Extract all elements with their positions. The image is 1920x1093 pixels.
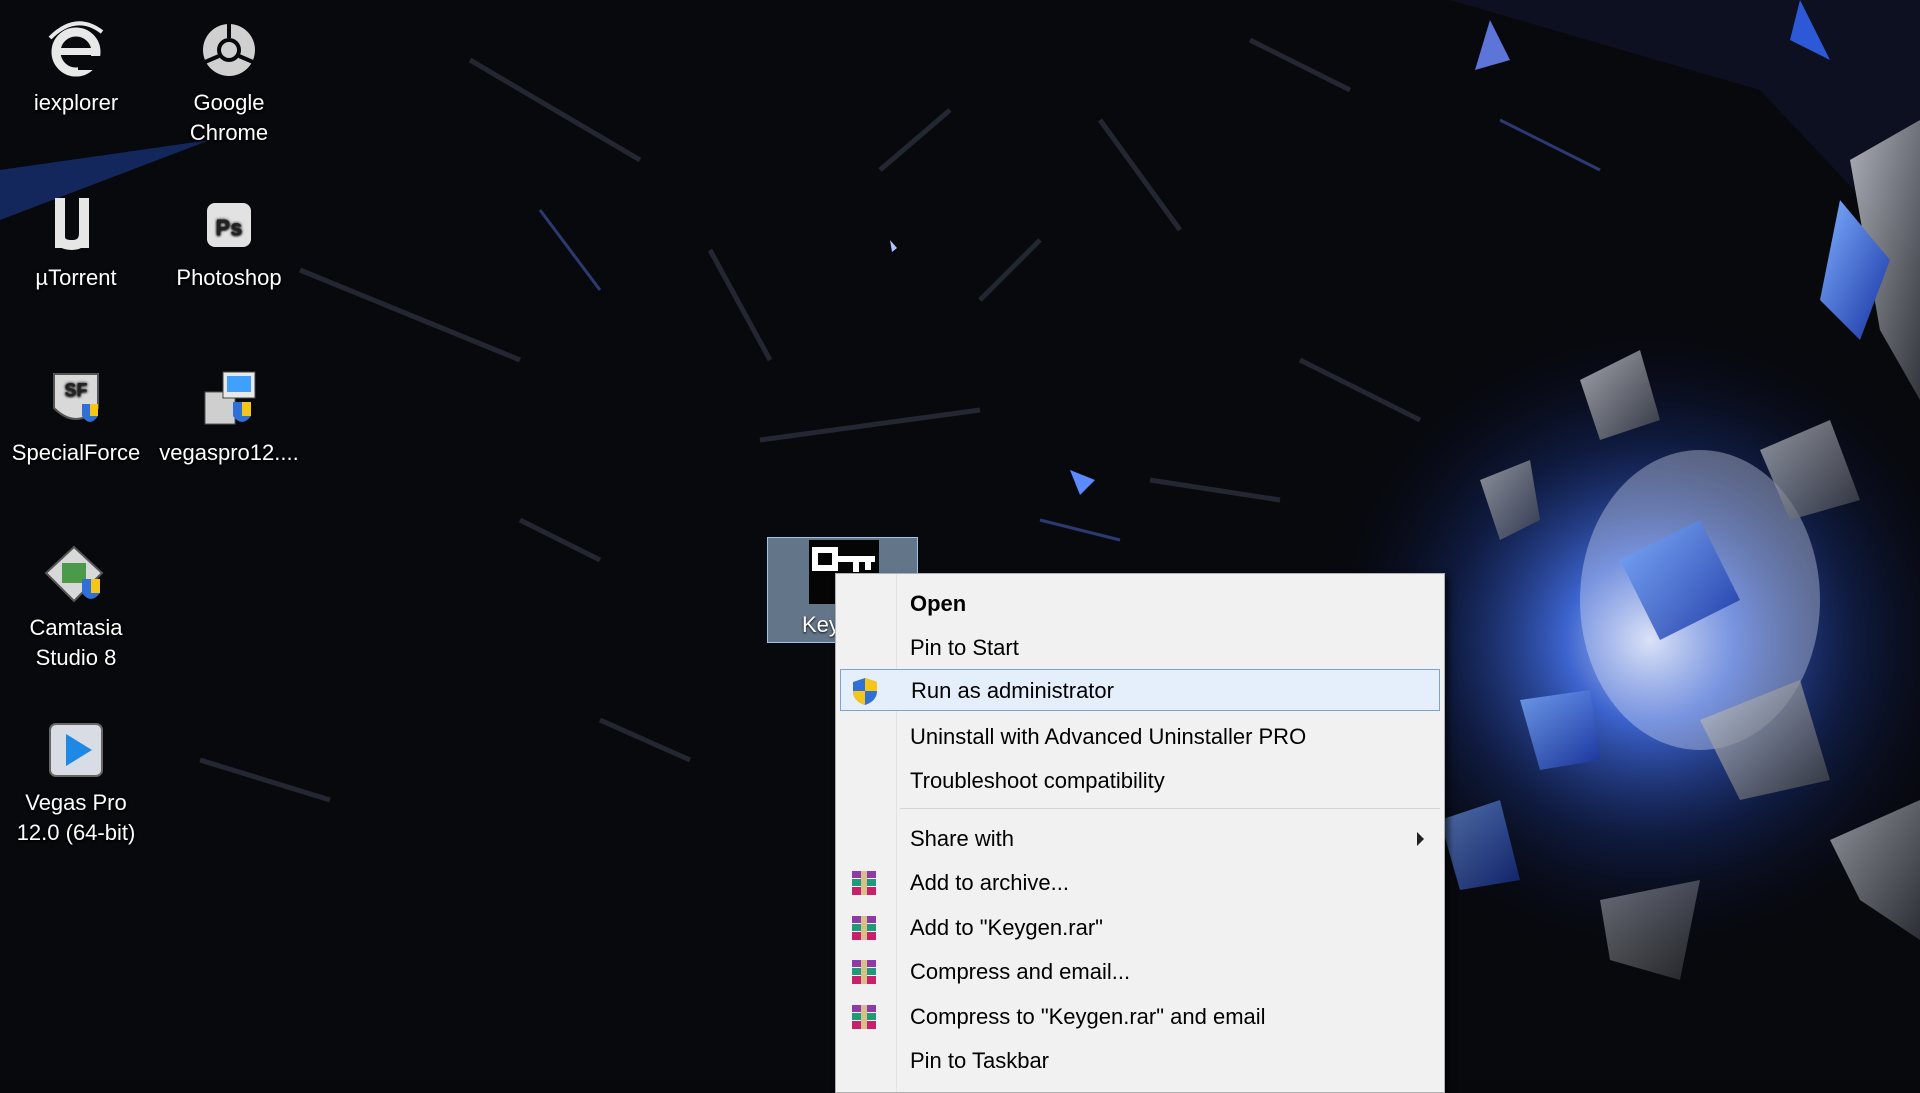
desktop-icon-label: µTorrent bbox=[35, 265, 117, 290]
desktop-icon-vegaspro-installer[interactable]: vegaspro12.... bbox=[154, 368, 304, 468]
svg-text:SF: SF bbox=[64, 380, 87, 400]
menu-item-add-to-keygen-rar[interactable]: Add to "Keygen.rar" bbox=[840, 907, 1440, 949]
menu-item-troubleshoot-compatibility[interactable]: Troubleshoot compatibility bbox=[840, 760, 1440, 802]
menu-item-pin-to-start[interactable]: Pin to Start bbox=[840, 627, 1440, 669]
desktop-icon-label: Vegas Pro 12.0 (64-bit) bbox=[16, 790, 136, 845]
specialforce-icon: SF bbox=[44, 368, 108, 432]
menu-item-open[interactable]: Open bbox=[840, 583, 1440, 625]
desktop-icon-label: SpecialForce bbox=[11, 440, 141, 465]
menu-item-label: Compress and email... bbox=[910, 959, 1131, 984]
menu-item-add-to-archive[interactable]: Add to archive... bbox=[840, 862, 1440, 904]
menu-item-pin-to-taskbar[interactable]: Pin to Taskbar bbox=[840, 1040, 1440, 1082]
desktop-icon-camtasia[interactable]: Camtasia Studio 8 bbox=[1, 543, 151, 673]
menu-item-label: Pin to Start bbox=[910, 635, 1019, 660]
winrar-icon bbox=[849, 957, 879, 987]
menu-item-label: Run as administrator bbox=[911, 678, 1114, 703]
utorrent-icon bbox=[44, 193, 108, 257]
desktop-icon-photoshop[interactable]: Ps Photoshop bbox=[154, 193, 304, 293]
desktop-icon-utorrent[interactable]: µTorrent bbox=[1, 193, 151, 293]
chrome-icon bbox=[197, 18, 261, 82]
svg-text:Ps: Ps bbox=[216, 215, 243, 240]
menu-item-label: Compress to "Keygen.rar" and email bbox=[910, 1004, 1266, 1029]
internet-explorer-icon bbox=[44, 18, 108, 82]
desktop-icon-label: Camtasia Studio 8 bbox=[29, 615, 123, 670]
desktop-icon-label: Photoshop bbox=[176, 265, 282, 290]
menu-item-label: Pin to Taskbar bbox=[910, 1048, 1050, 1073]
submenu-arrow-icon bbox=[1417, 832, 1424, 846]
desktop-icon-google-chrome[interactable]: Google Chrome bbox=[154, 18, 304, 148]
menu-separator bbox=[900, 808, 1440, 809]
installer-icon bbox=[197, 368, 261, 432]
menu-item-label: Add to archive... bbox=[910, 870, 1069, 895]
menu-item-label: Add to "Keygen.rar" bbox=[910, 915, 1103, 940]
menu-item-label: Uninstall with Advanced Uninstaller PRO bbox=[910, 724, 1307, 749]
winrar-icon bbox=[849, 1002, 879, 1032]
desktop-icon-vegas-pro[interactable]: Vegas Pro 12.0 (64-bit) bbox=[1, 718, 151, 848]
vegas-pro-icon bbox=[44, 718, 108, 782]
menu-item-compress-and-email[interactable]: Compress and email... bbox=[840, 951, 1440, 993]
context-menu: Open Pin to Start Run as administrator U… bbox=[835, 573, 1445, 1093]
camtasia-icon bbox=[44, 543, 108, 607]
uac-shield-icon bbox=[850, 676, 880, 706]
desktop-icon-iexplorer[interactable]: iexplorer bbox=[1, 18, 151, 118]
menu-item-compress-to-keygen-rar-and-email[interactable]: Compress to "Keygen.rar" and email bbox=[840, 996, 1440, 1038]
menu-item-label: Open bbox=[910, 591, 967, 616]
desktop-icon-label: iexplorer bbox=[33, 90, 119, 115]
menu-item-label: Troubleshoot compatibility bbox=[910, 768, 1165, 793]
winrar-icon bbox=[849, 868, 879, 898]
menu-item-label: Share with bbox=[910, 826, 1014, 851]
winrar-icon bbox=[849, 913, 879, 943]
menu-item-run-as-administrator[interactable]: Run as administrator bbox=[840, 669, 1440, 711]
menu-item-share-with[interactable]: Share with bbox=[840, 818, 1440, 860]
menu-item-uninstall-advanced-uninstaller[interactable]: Uninstall with Advanced Uninstaller PRO bbox=[840, 716, 1440, 758]
desktop-icon-label: Google Chrome bbox=[189, 90, 269, 145]
photoshop-icon: Ps bbox=[197, 193, 261, 257]
desktop-icon-specialforce[interactable]: SF SpecialForce bbox=[1, 368, 151, 468]
desktop-icon-label: vegaspro12.... bbox=[159, 440, 299, 465]
